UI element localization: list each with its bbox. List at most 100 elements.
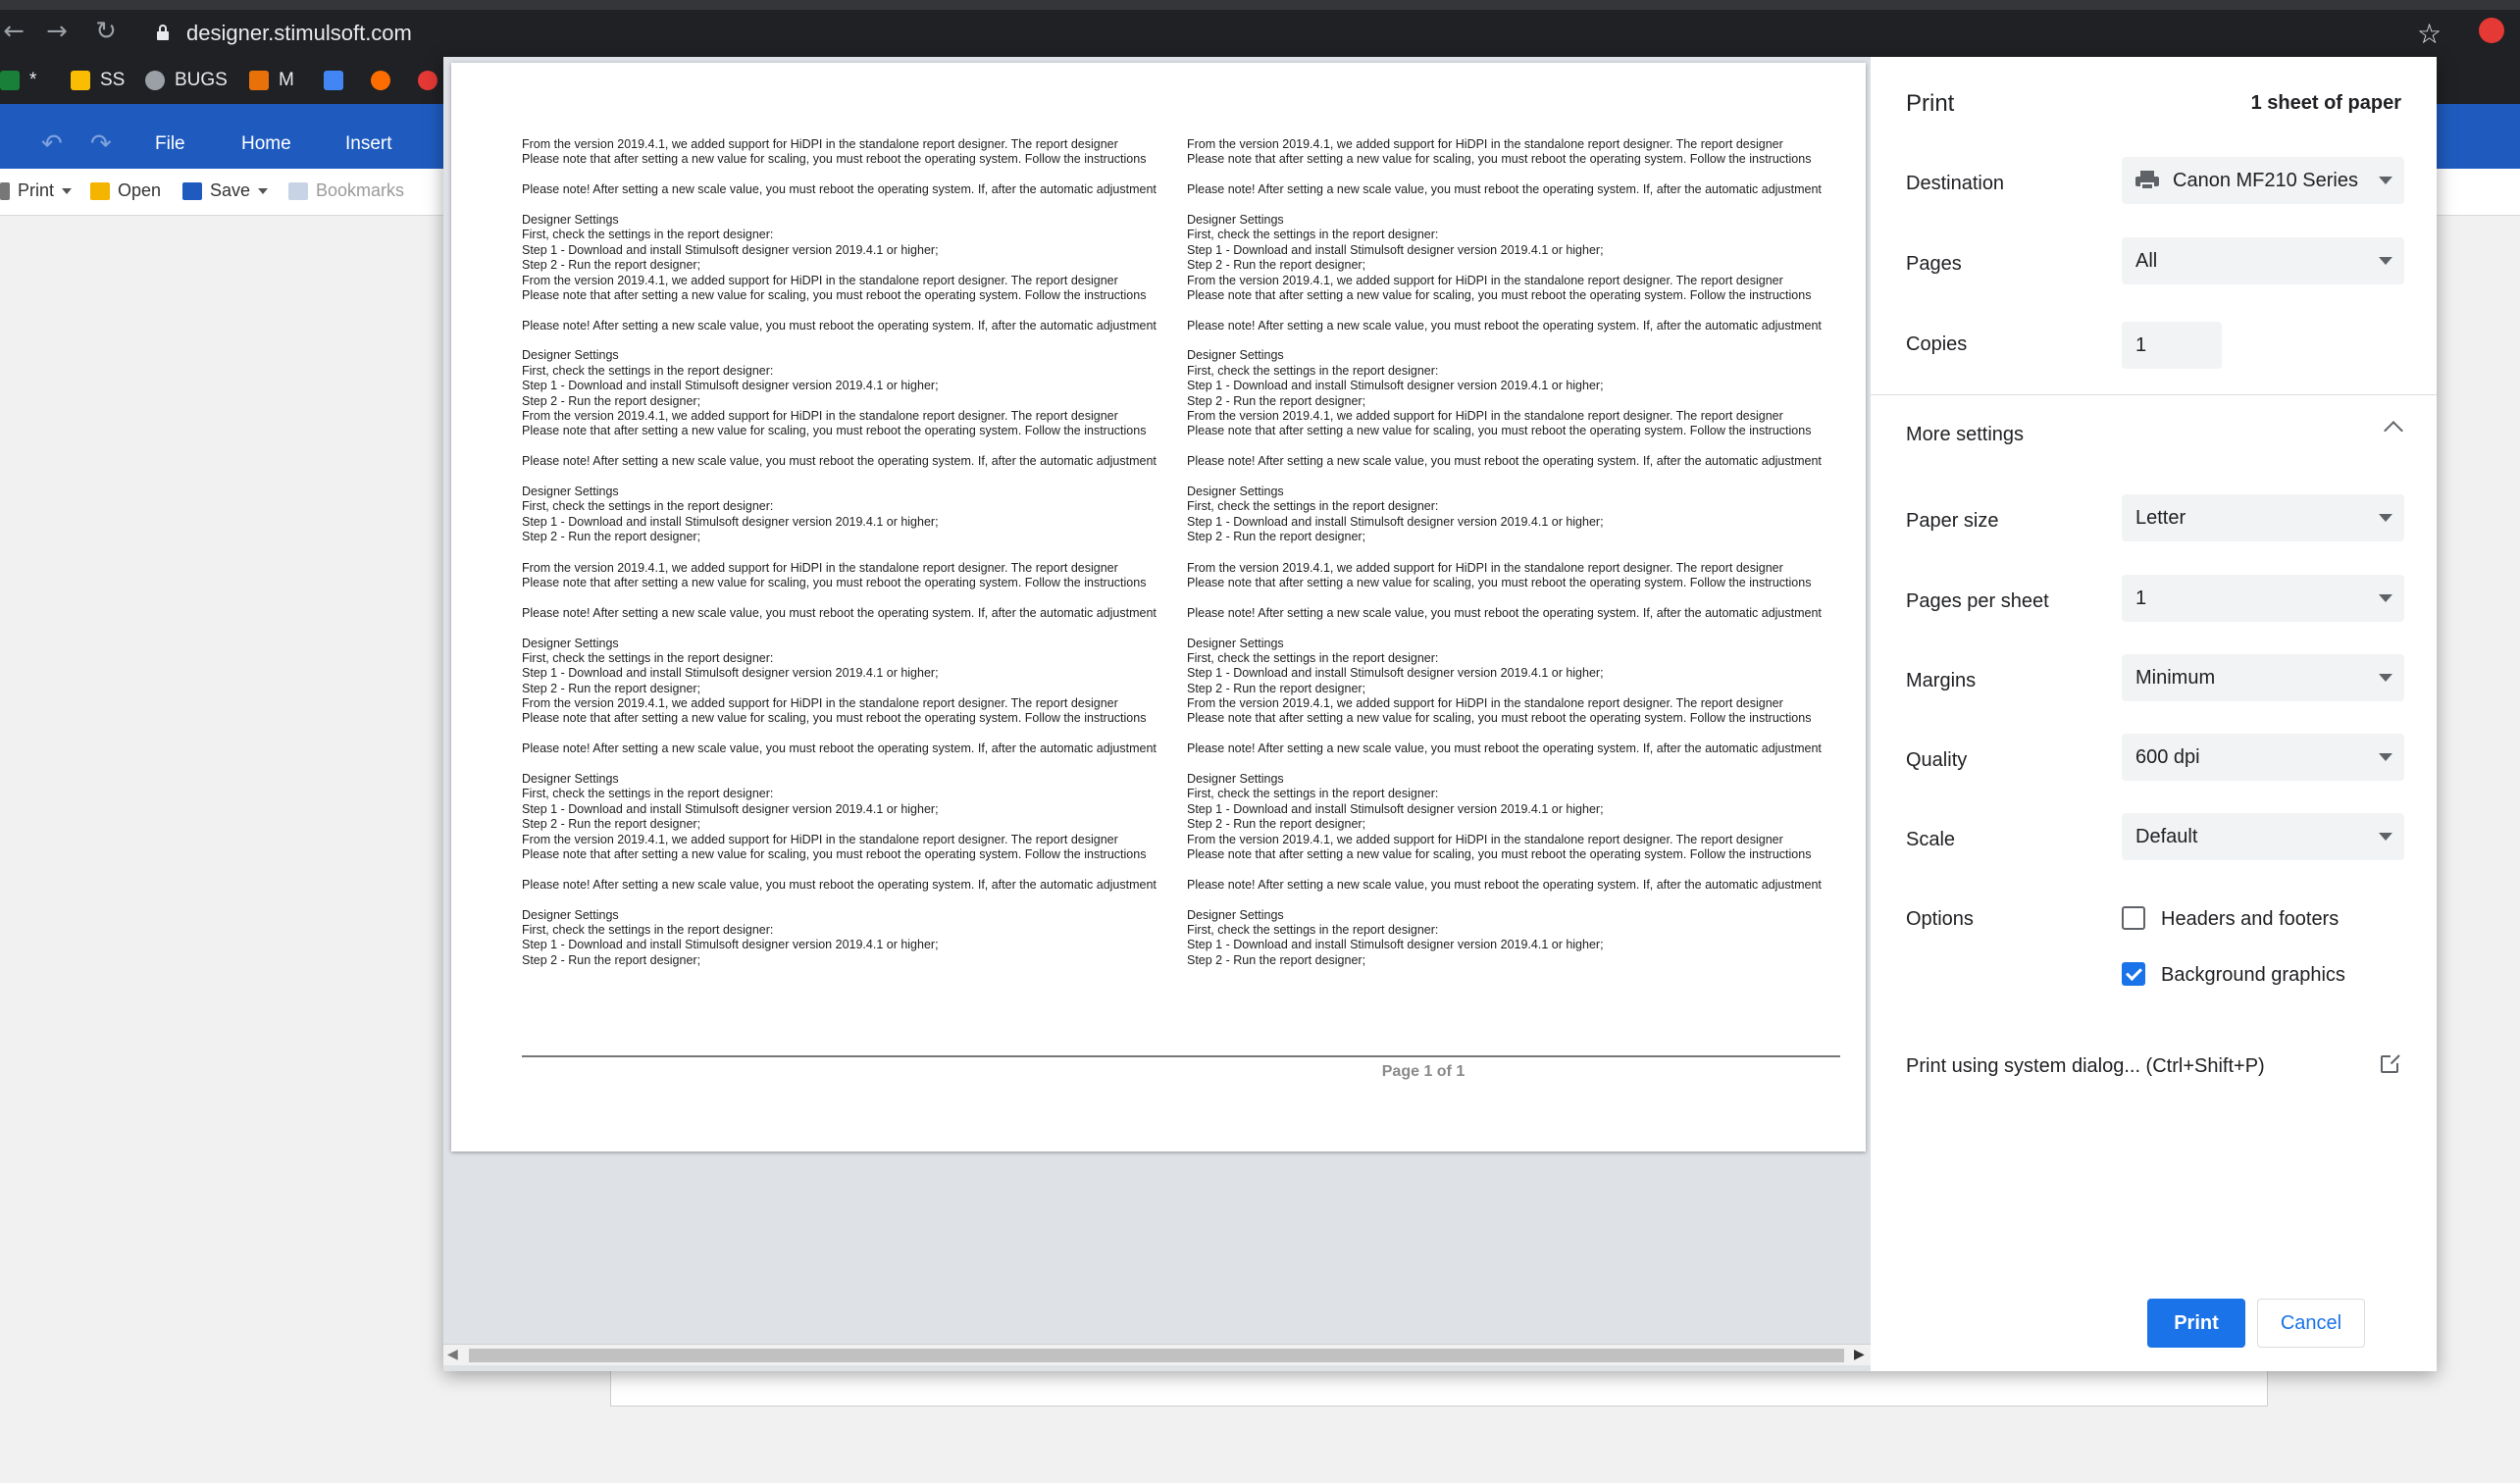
preview-text-line: Designer Settings: [1187, 348, 1284, 363]
preview-text-line: [522, 333, 1167, 348]
pages-per-sheet-select[interactable]: 1: [2122, 575, 2404, 622]
tab-file[interactable]: File: [155, 133, 185, 155]
bookmark-star-icon[interactable]: ☆: [2417, 18, 2442, 50]
translate-icon: [324, 71, 343, 90]
preview-text-line: Please note! After setting a new scale v…: [522, 318, 1157, 332]
preview-text-line: First, check the settings in the report …: [1187, 922, 1439, 937]
preview-text-line: Please note that after setting a new val…: [522, 575, 1147, 589]
print-settings-panel: Print 1 sheet of paper Destination Canon…: [1871, 57, 2437, 1371]
preview-text-line: From the version 2019.4.1, we added supp…: [522, 409, 1118, 424]
preview-text-line: Please note that after setting a new val…: [1187, 152, 1812, 167]
music-icon: [371, 71, 390, 90]
preview-text-line: Please note! After setting a new scale v…: [1187, 182, 1822, 197]
preview-text-line: Please note that after setting a new val…: [1187, 846, 1812, 861]
background-graphics-checkbox[interactable]: [2122, 962, 2145, 986]
undo-icon[interactable]: ↶: [41, 129, 63, 159]
scale-select[interactable]: Default: [2122, 813, 2404, 860]
preview-text-line: From the version 2019.4.1, we added supp…: [522, 832, 1118, 846]
copies-input[interactable]: [2122, 322, 2222, 369]
open-external-icon[interactable]: [2381, 1053, 2400, 1073]
preview-text-line: First, check the settings in the report …: [1187, 650, 1439, 665]
preview-text-line: From the version 2019.4.1, we added supp…: [1187, 409, 1783, 424]
paper-size-label: Paper size: [1906, 510, 1999, 532]
back-icon[interactable]: ←: [0, 18, 27, 45]
preview-text-line: [1187, 470, 1832, 485]
preview-text-line: Designer Settings: [1187, 636, 1284, 650]
tab-insert[interactable]: Insert: [345, 133, 392, 155]
print-button[interactable]: Print: [2147, 1299, 2245, 1348]
save-button[interactable]: Save: [182, 180, 269, 201]
horizontal-scrollbar[interactable]: ◀ ▶: [443, 1344, 1871, 1365]
url-text[interactable]: designer.stimulsoft.com: [186, 21, 412, 46]
youtube-icon: [418, 71, 437, 90]
dropdown-arrow-icon: [2379, 753, 2392, 761]
preview-text-line: [1187, 727, 1832, 742]
destination-select[interactable]: Canon MF210 Series: [2122, 157, 2404, 204]
preview-text-line: Step 1 - Download and install Stimulsoft…: [1187, 514, 1604, 529]
preview-text-line: Designer Settings: [1187, 212, 1284, 227]
print-icon: [0, 181, 10, 200]
preview-text-line: [1187, 590, 1832, 605]
redo-icon[interactable]: ↷: [90, 129, 112, 159]
quality-select[interactable]: 600 dpi: [2122, 734, 2404, 781]
reload-icon[interactable]: ↻: [92, 18, 120, 45]
scroll-left-icon[interactable]: ◀: [447, 1347, 458, 1362]
preview-text-line: [1187, 893, 1832, 907]
preview-text-line: First, check the settings in the report …: [522, 787, 774, 801]
headers-footers-label[interactable]: Headers and footers: [2161, 908, 2339, 931]
cancel-button[interactable]: Cancel: [2257, 1299, 2365, 1348]
save-icon: [182, 181, 202, 200]
sheet-count: 1 sheet of paper: [2250, 92, 2401, 114]
preview-text-line: [522, 303, 1167, 318]
forward-icon[interactable]: →: [43, 18, 71, 45]
extension-icon[interactable]: [2479, 18, 2504, 43]
scrollbar-thumb[interactable]: [469, 1349, 1844, 1362]
dropdown-arrow-icon: [2379, 514, 2392, 522]
tab-home[interactable]: Home: [241, 133, 291, 155]
preview-text-line: [522, 893, 1167, 907]
preview-column-right: From the version 2019.4.1, we added supp…: [1187, 137, 1832, 1020]
address-bar[interactable]: [137, 14, 2423, 53]
preview-text-line: [522, 862, 1167, 877]
bookmark-item[interactable]: SS: [71, 67, 125, 94]
bookmark-item[interactable]: [371, 67, 400, 94]
system-dialog-link[interactable]: Print using system dialog... (Ctrl+Shift…: [1906, 1055, 2265, 1078]
pages-select[interactable]: All: [2122, 237, 2404, 284]
chevron-up-icon[interactable]: [2384, 421, 2403, 440]
preview-text-line: From the version 2019.4.1, we added supp…: [1187, 273, 1783, 287]
preview-block-gap: [1187, 545, 1832, 561]
page-footer: Page 1 of 1: [1381, 1063, 1466, 1080]
preview-text-line: Designer Settings: [522, 212, 619, 227]
headers-footers-checkbox[interactable]: [2122, 906, 2145, 930]
pages-label: Pages: [1906, 253, 1962, 275]
preview-text-line: [522, 439, 1167, 454]
preview-page: From the version 2019.4.1, we added supp…: [451, 63, 1866, 1151]
paper-size-select[interactable]: Letter: [2122, 494, 2404, 541]
preview-text-line: Please note that after setting a new val…: [522, 711, 1147, 726]
preview-text-line: Step 2 - Run the report designer;: [1187, 530, 1366, 544]
margins-select[interactable]: Minimum: [2122, 654, 2404, 701]
background-graphics-label[interactable]: Background graphics: [2161, 964, 2345, 987]
bookmark-item[interactable]: M: [249, 67, 294, 94]
print-tool-button[interactable]: Print: [0, 180, 73, 201]
preview-text-line: Please note that after setting a new val…: [522, 152, 1147, 167]
preview-text-line: Please note! After setting a new scale v…: [1187, 742, 1822, 756]
scroll-right-icon[interactable]: ▶: [1854, 1347, 1865, 1362]
bookmark-item[interactable]: *: [0, 67, 36, 94]
bookmark-item[interactable]: [324, 67, 353, 94]
preview-text-line: First, check the settings in the report …: [1187, 228, 1439, 242]
lock-icon[interactable]: [157, 25, 169, 40]
more-settings-toggle[interactable]: More settings: [1906, 424, 2024, 446]
app-icon: [249, 71, 269, 90]
bookmark-item[interactable]: BUGS: [145, 67, 228, 94]
bookmarks-button[interactable]: Bookmarks: [288, 180, 404, 201]
preview-text-line: [522, 470, 1167, 485]
destination-label: Destination: [1906, 173, 2005, 194]
preview-text-line: Step 1 - Download and install Stimulsoft…: [522, 666, 939, 681]
preview-text-line: Step 2 - Run the report designer;: [1187, 952, 1366, 967]
github-icon: [145, 71, 165, 90]
scale-label: Scale: [1906, 829, 1956, 850]
open-button[interactable]: Open: [90, 180, 161, 201]
preview-text-line: [1187, 198, 1832, 213]
preview-text-line: Step 1 - Download and install Stimulsoft…: [1187, 801, 1604, 816]
